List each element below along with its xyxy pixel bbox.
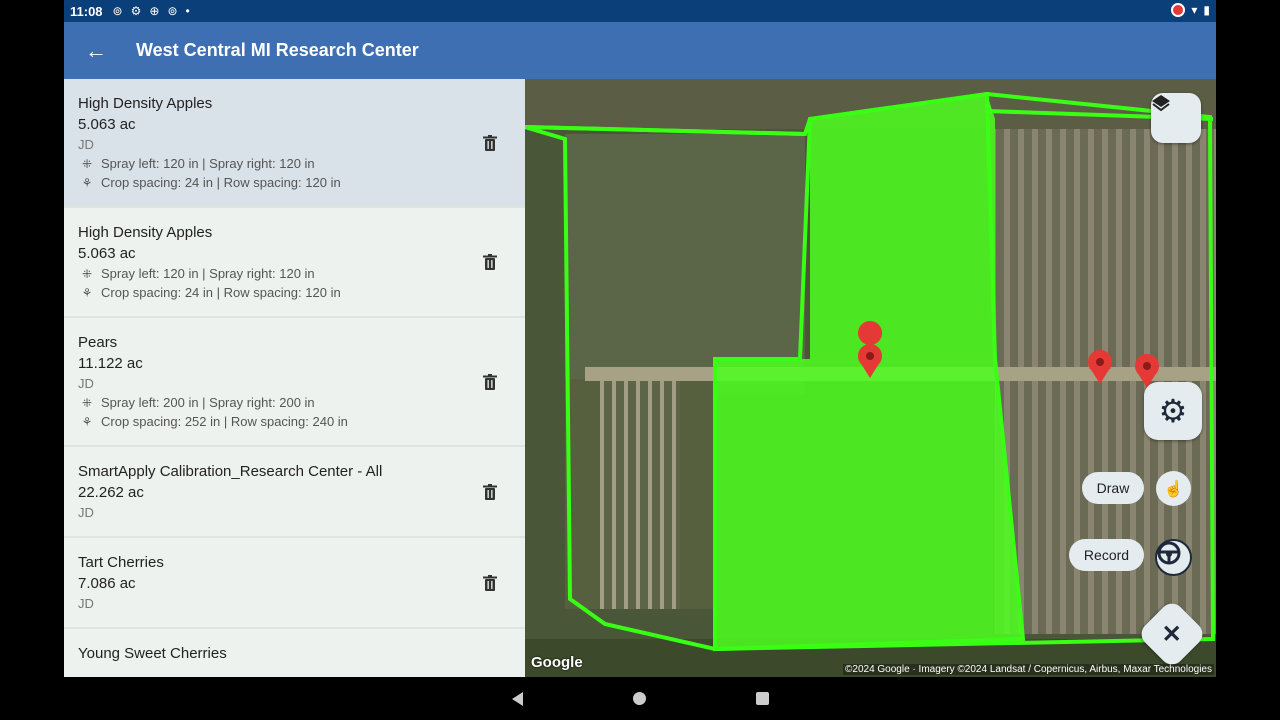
field-operator: JD	[78, 505, 94, 520]
status-bar: 11:08 ⊚ ⚙ ⊕ ⊚ • ▾ ▮	[64, 0, 1216, 22]
spray-line: ⁜ Spray left: 200 in | Spray right: 200 i…	[78, 395, 511, 410]
back-button[interactable]: ←	[64, 38, 128, 64]
record-mode-button[interactable]	[1155, 539, 1192, 576]
hotspot-icon: ⊚	[112, 4, 123, 18]
field-list-item[interactable]: Tart Cherries 7.086 ac JD	[64, 538, 525, 629]
spacing-text: Crop spacing: 24 in | Row spacing: 120 i…	[101, 175, 341, 190]
battery-icon: ▮	[1203, 3, 1210, 17]
field-operator: JD	[78, 596, 94, 611]
delete-icon[interactable]	[483, 134, 497, 151]
map-attribution: ©2024 Google · Imagery ©2024 Landsat / C…	[843, 664, 1214, 675]
field-name: Tart Cherries	[78, 554, 164, 571]
tree-icon: ⚘	[81, 175, 93, 190]
wifi-icon: ▾	[1191, 3, 1198, 17]
field-name: High Density Apples	[78, 224, 213, 241]
field-list-item[interactable]: SmartApply Calibration_Research Center -…	[64, 447, 525, 538]
spacing-text: Crop spacing: 252 in | Row spacing: 240 …	[101, 414, 348, 429]
spray-icon: ⁜	[81, 156, 93, 171]
touch-hand-icon: ☝	[1163, 480, 1184, 498]
delete-icon[interactable]	[483, 574, 497, 591]
spray-text: Spray left: 120 in | Spray right: 120 in	[101, 156, 315, 171]
field-operator: JD	[78, 137, 94, 152]
field-area: 11.122 ac	[78, 355, 143, 372]
draw-mode-button[interactable]: ☝	[1156, 471, 1191, 506]
field-name: Young Sweet Cherries	[78, 645, 227, 662]
google-logo: Google	[531, 654, 583, 671]
spray-text: Spray left: 120 in | Spray right: 120 in	[101, 266, 315, 281]
layers-icon	[1152, 95, 1170, 112]
spray-icon: ⁜	[81, 266, 93, 281]
delete-icon[interactable]	[483, 373, 497, 390]
vpn-icon: ⊕	[149, 4, 160, 18]
steering-wheel-icon	[1157, 541, 1181, 565]
satellite-imagery	[525, 79, 1216, 677]
status-right-icons: ▾ ▮	[1171, 3, 1210, 17]
layers-button[interactable]	[1151, 93, 1201, 143]
field-list-item[interactable]: Young Sweet Cherries	[64, 629, 525, 677]
spray-line: ⁜ Spray left: 120 in | Spray right: 120 i…	[78, 266, 511, 281]
field-operator: JD	[78, 376, 94, 391]
app-screen: 11:08 ⊚ ⚙ ⊕ ⊚ • ▾ ▮ ← West Central MI Re…	[64, 0, 1216, 720]
settings-button[interactable]: ⚙	[1144, 382, 1202, 440]
spray-text: Spray left: 200 in | Spray right: 200 in	[101, 395, 315, 410]
tree-icon: ⚘	[81, 285, 93, 300]
field-list-item[interactable]: High Density Apples 5.063 ac ⁜ Spray left: …	[64, 208, 525, 318]
arrow-left-icon: ←	[85, 37, 107, 63]
delete-icon[interactable]	[483, 254, 497, 270]
field-list[interactable]: High Density Apples 5.063 ac JD ⁜ Spray left…	[64, 79, 525, 677]
spacing-text: Crop spacing: 24 in | Row spacing: 120 i…	[101, 285, 341, 300]
page-title: West Central MI Research Center	[136, 40, 419, 60]
delete-icon[interactable]	[483, 483, 497, 500]
home-circle-icon[interactable]	[632, 692, 646, 705]
spray-line: ⁜ Spray left: 120 in | Spray right: 120 i…	[78, 156, 511, 171]
hotspot-icon: ⊚	[167, 4, 178, 18]
field-name: Pears	[78, 334, 118, 351]
record-button[interactable]: Record	[1069, 539, 1144, 571]
field-list-item[interactable]: Pears 11.122 ac JD ⁜ Spray left: 200 in | Sp…	[64, 318, 525, 447]
dot-icon: •	[185, 4, 190, 18]
draw-button[interactable]: Draw	[1082, 472, 1144, 504]
recents-square-icon[interactable]	[755, 692, 769, 705]
system-nav-bar	[64, 677, 1216, 720]
record-indicator-icon	[1171, 3, 1186, 17]
app-bar: ← West Central MI Research Center	[64, 22, 1216, 79]
field-area: 5.063 ac	[78, 116, 136, 133]
gear-icon: ⚙	[1158, 393, 1188, 429]
status-time: 11:08	[70, 3, 103, 19]
map-view[interactable]: ⚙ Draw ☝ Record ✕ Google ©2024 Google · …	[525, 79, 1216, 677]
spray-icon: ⁜	[81, 395, 93, 410]
gear-icon: ⚙	[130, 4, 142, 18]
close-icon: ✕	[1161, 620, 1183, 648]
field-area: 5.063 ac	[78, 245, 136, 262]
field-area: 22.262 ac	[78, 484, 144, 501]
spacing-line: ⚘ Crop spacing: 252 in | Row spacing: 240…	[78, 414, 511, 429]
field-list-item[interactable]: High Density Apples 5.063 ac JD ⁜ Spray left…	[64, 79, 525, 208]
back-triangle-icon[interactable]	[511, 691, 523, 706]
spacing-line: ⚘ Crop spacing: 24 in | Row spacing: 120 …	[78, 175, 511, 190]
field-area: 7.086 ac	[78, 575, 136, 592]
spacing-line: ⚘ Crop spacing: 24 in | Row spacing: 120 …	[78, 285, 511, 300]
field-name: High Density Apples	[78, 95, 213, 112]
field-name: SmartApply Calibration_Research Center -…	[78, 463, 383, 480]
tree-icon: ⚘	[81, 414, 93, 429]
